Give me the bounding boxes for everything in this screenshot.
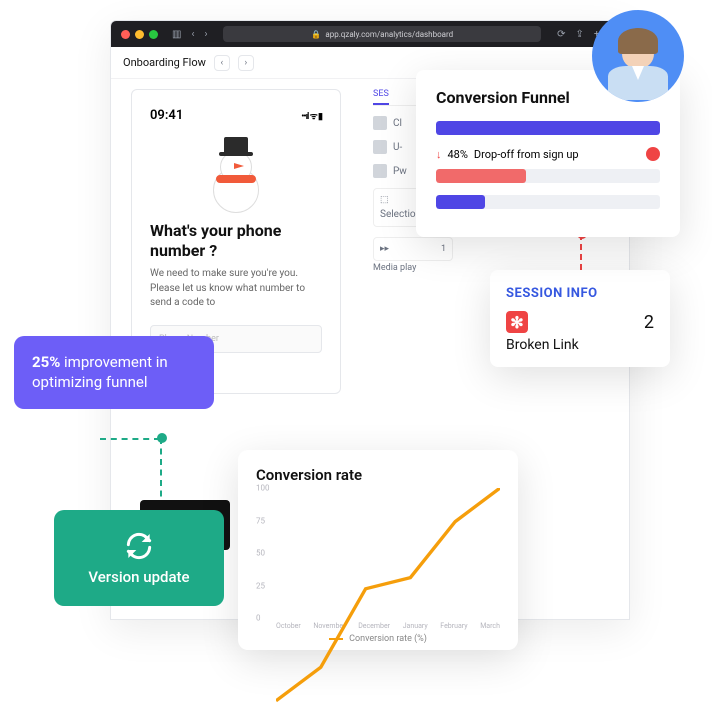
funnel-bar-2 xyxy=(436,169,660,183)
share-icon[interactable]: ⇪ xyxy=(575,29,583,40)
improvement-badge: 25% improvement in optimizing funnel xyxy=(14,336,214,409)
funnel-bar-3 xyxy=(436,195,660,209)
select-icon: ⬚ xyxy=(380,195,389,205)
version-label: Version update xyxy=(88,568,189,586)
phone-time: 09:41 xyxy=(150,108,183,123)
session-bug-row: ✻ 2 xyxy=(506,311,654,333)
version-update-card[interactable]: Version update xyxy=(54,510,224,606)
play-icon: ▸▸ xyxy=(380,244,389,254)
browser-chrome: ▥ ‹ › 🔒 app.qzaly.com/analytics/dashboar… xyxy=(111,21,629,47)
dropoff-pct: 48% xyxy=(448,148,468,161)
phone-heading: What's your phone number ? xyxy=(150,221,322,261)
breadcrumb-next[interactable]: › xyxy=(238,55,254,71)
sidebar-icon[interactable]: ▥ xyxy=(172,29,181,40)
chrome-left-icons: ▥ ‹ › xyxy=(172,29,207,40)
session-title: SESSION INFO xyxy=(506,286,654,301)
ytick: 25 xyxy=(256,581,265,590)
arrow-down-icon: ↓ xyxy=(436,148,442,161)
funnel-dropoff-row: ↓ 48% Drop-off from sign up xyxy=(436,147,660,161)
user-avatar xyxy=(592,10,684,102)
signal-icon: ••ıl ᯤ ▮ xyxy=(301,109,322,122)
address-bar[interactable]: 🔒 app.qzaly.com/analytics/dashboard xyxy=(223,26,541,42)
traffic-lights xyxy=(121,30,158,39)
improvement-pct: 25% xyxy=(32,353,60,371)
folder-icon xyxy=(373,164,387,178)
phone-subtext: We need to make sure you're you. Please … xyxy=(150,267,322,311)
refresh-icon xyxy=(123,530,155,562)
snowman-illustration xyxy=(204,133,268,213)
ytick: 0 xyxy=(256,614,261,623)
dropoff-label: Drop-off from sign up xyxy=(474,148,579,161)
back-icon[interactable]: ‹ xyxy=(191,29,194,40)
person-icon xyxy=(608,32,668,102)
conversion-rate-chart: Conversion rate 100 75 50 25 0 October N… xyxy=(238,450,518,650)
funnel-bar-1 xyxy=(436,121,660,135)
side-item-label: Cl xyxy=(393,118,402,129)
max-dot[interactable] xyxy=(149,30,158,39)
chart-line xyxy=(276,488,500,712)
side-item-label: U- xyxy=(393,142,402,153)
ytick: 100 xyxy=(256,484,270,493)
session-label: Broken Link xyxy=(506,337,654,353)
session-info-card: SESSION INFO ✻ 2 Broken Link xyxy=(490,270,670,367)
reload-icon[interactable]: ⟳ xyxy=(557,29,565,40)
user-icon xyxy=(373,140,387,154)
session-count: 2 xyxy=(644,312,654,333)
metric-value: 1 xyxy=(441,244,446,254)
tab-sessions[interactable]: SES xyxy=(373,89,389,105)
lock-icon: 🔒 xyxy=(311,30,321,39)
side-item-label: Pw xyxy=(393,166,407,177)
connector-h xyxy=(100,438,160,440)
breadcrumb-prev[interactable]: ‹ xyxy=(214,55,230,71)
chart-plot-area: 100 75 50 25 0 xyxy=(276,488,500,618)
forward-icon[interactable]: › xyxy=(204,29,207,40)
page-title: Onboarding Flow xyxy=(123,56,206,69)
bug-icon: ✻ xyxy=(506,311,528,333)
record-icon[interactable] xyxy=(646,147,660,161)
url-text: app.qzaly.com/analytics/dashboard xyxy=(325,30,453,39)
min-dot[interactable] xyxy=(135,30,144,39)
close-dot[interactable] xyxy=(121,30,130,39)
ytick: 75 xyxy=(256,516,265,525)
chart-title: Conversion rate xyxy=(256,466,500,484)
phone-statusbar: 09:41 ••ıl ᯤ ▮ xyxy=(150,108,322,123)
metric-media-play: ▸▸ 1 xyxy=(373,237,453,261)
ytick: 50 xyxy=(256,549,265,558)
flag-icon xyxy=(373,116,387,130)
